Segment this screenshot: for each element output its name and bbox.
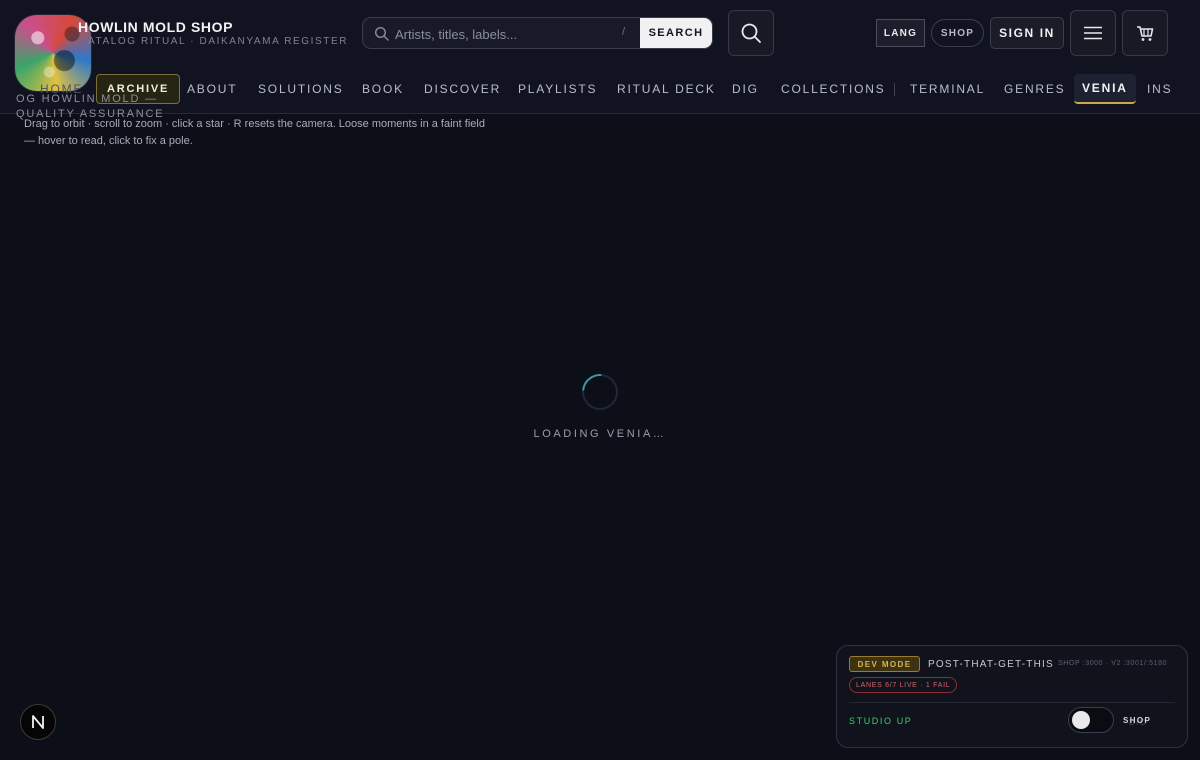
search-icon: [741, 23, 761, 43]
studio-status: STUDIO UP: [849, 716, 913, 726]
sign-in-button[interactable]: SIGN IN: [990, 17, 1064, 49]
menu-button[interactable]: [1070, 10, 1116, 56]
top-bar: HOWLIN MOLD SHOP ATALOG RITUAL · DAIKANY…: [0, 0, 1200, 114]
nav-item-ins[interactable]: INS: [1147, 74, 1172, 104]
nav-divider: [894, 83, 895, 96]
nav-item-solutions[interactable]: SOLUTIONS: [258, 74, 344, 104]
dev-panel-divider: [849, 702, 1175, 703]
search-shortcut: /: [622, 26, 626, 38]
next-dev-badge[interactable]: [20, 704, 56, 740]
dev-ports: SHOP :3000 · V2 :3001/:5180: [1058, 660, 1168, 667]
loading-text: LOADING VENIA…: [533, 428, 667, 440]
dev-branch-name: POST-THAT-GET-THIS: [928, 659, 1054, 670]
nav-item-terminal[interactable]: TERMINAL: [910, 74, 985, 104]
nav-item-about[interactable]: ABOUT: [187, 74, 237, 104]
loading-spinner: [574, 366, 626, 418]
shop-button[interactable]: SHOP: [931, 19, 984, 47]
nav-item-dig[interactable]: DIG: [732, 74, 759, 104]
main-nav: HOME ARCHIVE ABOUT SOLUTIONS BOOK DISCOV…: [0, 74, 1200, 104]
brand-title[interactable]: HOWLIN MOLD SHOP: [78, 19, 233, 35]
nav-item-book[interactable]: BOOK: [362, 74, 404, 104]
cart-button[interactable]: [1122, 10, 1168, 56]
cart-icon: [1137, 26, 1154, 41]
studio-shop-toggle[interactable]: [1068, 707, 1114, 733]
menu-icon: [1084, 26, 1102, 40]
search-input[interactable]: [393, 18, 647, 48]
dev-panel: DEV MODE POST-THAT-GET-THIS SHOP :3000 ·…: [836, 645, 1188, 748]
nav-item-collections[interactable]: COLLECTIONS: [781, 74, 886, 104]
toggle-label: SHOP: [1123, 716, 1152, 725]
nav-item-playlists[interactable]: PLAYLISTS: [518, 74, 597, 104]
search-bar: / SEARCH: [362, 17, 713, 49]
nav-item-ritual-deck[interactable]: RITUAL DECK: [617, 74, 716, 104]
nextjs-icon: [32, 715, 44, 729]
search-toggle-button[interactable]: [728, 10, 774, 56]
dev-mode-badge: DEV MODE: [849, 656, 920, 672]
toggle-knob: [1072, 711, 1090, 729]
lanes-status-badge: LANES 6/7 LIVE · 1 FAIL: [849, 677, 958, 693]
qa-title: OG HOWLIN MOLD —: [16, 93, 158, 105]
brand-subtitle: ATALOG RITUAL · DAIKANYAMA REGISTER: [88, 36, 349, 47]
language-button[interactable]: LANG: [876, 19, 925, 47]
nav-item-discover[interactable]: DISCOVER: [424, 74, 501, 104]
search-icon: [374, 26, 389, 41]
nav-item-venia[interactable]: VENIA: [1074, 74, 1136, 104]
search-button[interactable]: SEARCH: [640, 18, 712, 48]
interaction-hint: Drag to orbit · scroll to zoom · click a…: [24, 118, 485, 147]
nav-item-genres[interactable]: GENRES: [1004, 74, 1065, 104]
